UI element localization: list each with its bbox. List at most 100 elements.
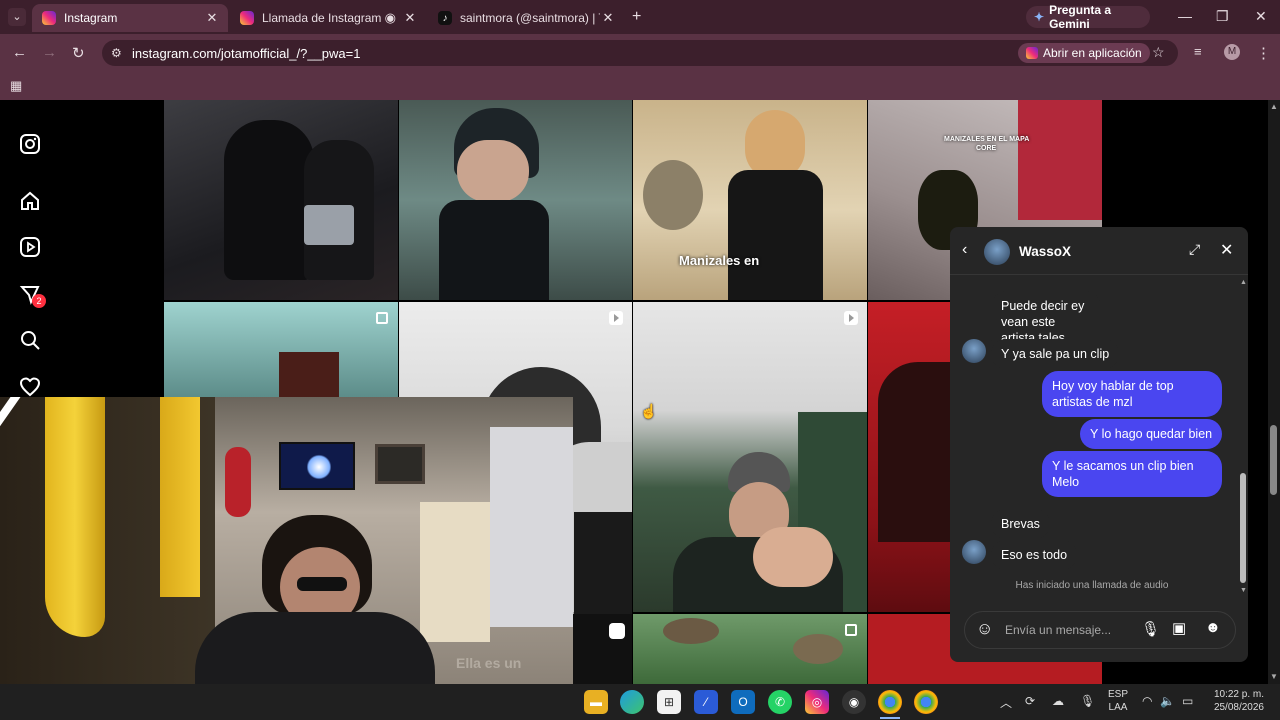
- browser-tab-strip: ⌄ Instagram ✕ Llamada de Instagram ◉ ✕ ♪…: [0, 0, 1280, 34]
- post-image: [643, 160, 703, 230]
- whatsapp-icon[interactable]: ✆: [768, 690, 792, 714]
- close-tab-icon[interactable]: ✕: [600, 10, 616, 26]
- close-tab-icon[interactable]: ✕: [204, 10, 220, 26]
- sticker-icon[interactable]: ☻: [1205, 619, 1221, 636]
- instagram-logo-icon[interactable]: [19, 133, 41, 155]
- contact-avatar[interactable]: [984, 239, 1010, 265]
- site-info-icon[interactable]: ⚙: [111, 46, 122, 60]
- contact-name[interactable]: WassoX: [1019, 244, 1071, 259]
- door: [490, 427, 573, 627]
- emoji-icon[interactable]: ☺: [976, 619, 993, 639]
- close-chat-icon[interactable]: ✕: [1220, 240, 1233, 260]
- bookmark-star-icon[interactable]: ☆: [1152, 44, 1165, 61]
- tab-title: saintmora (@saintmora) | TikTok: [460, 11, 600, 25]
- show-hidden-icons[interactable]: ︿: [1000, 694, 1012, 711]
- address-bar[interactable]: ⚙ instagram.com/jotamofficial_/?__pwa=1 …: [102, 40, 1178, 66]
- reading-list-icon[interactable]: ≡: [1194, 44, 1202, 59]
- yellow-curtain: [45, 397, 105, 637]
- battery-icon[interactable]: ▭: [1182, 694, 1193, 708]
- post-tile[interactable]: [633, 302, 867, 612]
- tab-search-icon[interactable]: ⌄: [8, 8, 26, 26]
- post-tile[interactable]: [868, 302, 950, 612]
- scrollbar-thumb[interactable]: [1270, 425, 1277, 495]
- tab-llamada[interactable]: Llamada de Instagram ◉ ✕: [230, 4, 426, 32]
- message-input[interactable]: ☺ Envía un mensaje... 🎙 ▣ ☻: [964, 611, 1236, 649]
- close-window-icon[interactable]: ✕: [1255, 8, 1267, 25]
- clock[interactable]: 10:22 p. m. 25/08/2026: [1208, 688, 1264, 714]
- wifi-icon[interactable]: ◠: [1142, 694, 1152, 708]
- file-explorer-icon[interactable]: ▬: [584, 690, 608, 714]
- post-image: [439, 200, 549, 300]
- chrome-icon[interactable]: [914, 690, 938, 714]
- onedrive-cloud-icon[interactable]: ☁: [1052, 694, 1064, 708]
- contact-avatar: [962, 540, 986, 564]
- maximize-icon[interactable]: ❐: [1216, 8, 1229, 25]
- contact-avatar: [962, 339, 986, 363]
- clock-date: 25/08/2026: [1213, 702, 1264, 713]
- post-tile[interactable]: Manizales en: [633, 100, 867, 300]
- chrome-profile-icon[interactable]: [878, 690, 902, 714]
- hand-cursor-icon: ☝: [640, 403, 658, 419]
- post-tile[interactable]: [633, 614, 867, 684]
- tiktok-favicon-icon: ♪: [438, 11, 452, 25]
- post-image: [753, 527, 833, 587]
- post-tile[interactable]: [399, 100, 632, 300]
- home-icon[interactable]: [19, 190, 41, 212]
- post-image: [224, 120, 314, 280]
- new-tab-icon[interactable]: +: [632, 8, 641, 26]
- post-tile[interactable]: [573, 614, 632, 684]
- video-subtitle: Ella es un: [456, 655, 522, 671]
- reel-icon: [609, 311, 623, 325]
- post-image: [878, 362, 950, 542]
- gemini-button[interactable]: ✦ Pregunta a Gemini: [1026, 3, 1150, 31]
- search-icon[interactable]: [19, 329, 41, 351]
- minimize-icon[interactable]: —: [1178, 8, 1192, 24]
- sync-icon[interactable]: ⟳: [1025, 694, 1035, 708]
- gallery-icon[interactable]: ▣: [1172, 619, 1186, 637]
- open-in-app-button[interactable]: Abrir en aplicación: [1018, 43, 1150, 63]
- app-icon[interactable]: ⁄: [694, 690, 718, 714]
- outlook-icon[interactable]: O: [731, 690, 755, 714]
- shelf: [420, 502, 490, 642]
- scroll-up-icon[interactable]: ▲: [1270, 102, 1278, 111]
- chat-scrollbar[interactable]: ▲ ▼: [1240, 279, 1247, 599]
- chat-scroll-thumb[interactable]: [1240, 473, 1246, 583]
- reel-icon: [844, 311, 858, 325]
- menu-dots-icon[interactable]: ⋮: [1256, 44, 1271, 62]
- forward-icon[interactable]: →: [42, 44, 57, 61]
- scroll-down-icon[interactable]: ▼: [1240, 587, 1247, 594]
- volume-icon[interactable]: 🔈: [1160, 694, 1175, 708]
- instagram-app-icon[interactable]: ◎: [805, 690, 829, 714]
- expand-icon[interactable]: ⤢: [1189, 241, 1200, 258]
- tab-instagram[interactable]: Instagram ✕: [32, 4, 228, 32]
- profile-avatar[interactable]: M: [1224, 44, 1240, 60]
- reload-icon[interactable]: ↻: [72, 44, 85, 62]
- carousel-icon: [376, 312, 388, 324]
- tab-tiktok[interactable]: ♪ saintmora (@saintmora) | TikTok ✕: [428, 4, 624, 32]
- post-image: [793, 634, 843, 664]
- obs-icon[interactable]: ◉: [842, 690, 866, 714]
- store-icon[interactable]: ⊞: [657, 690, 681, 714]
- notifications-heart-icon[interactable]: [19, 376, 41, 398]
- post-image: [1018, 100, 1102, 220]
- microphone-icon[interactable]: 🎙: [1141, 620, 1160, 638]
- scroll-down-icon[interactable]: ▼: [1270, 672, 1278, 681]
- scroll-up-icon[interactable]: ▲: [1240, 279, 1247, 286]
- yellow-curtain: [160, 397, 200, 597]
- page-scrollbar[interactable]: ▲ ▼: [1268, 100, 1280, 684]
- reels-icon[interactable]: [19, 236, 41, 258]
- url-text: instagram.com/jotamofficial_/?__pwa=1: [132, 46, 361, 61]
- microphone-tray-icon[interactable]: 🎙: [1080, 694, 1095, 708]
- close-tab-icon[interactable]: ✕: [402, 10, 418, 26]
- language-indicator[interactable]: ESP LAA: [1108, 688, 1128, 714]
- post-caption: Manizales en: [679, 253, 760, 268]
- back-chevron-icon[interactable]: ‹: [962, 241, 967, 259]
- windows-taskbar: ▬ ⊞ ⁄ O ✆ ◎ ◉ ︿ ⟳ ☁ 🎙 ESP LAA ◠ 🔈 ▭ 10:2…: [0, 684, 1280, 720]
- clock-time: 10:22 p. m.: [1213, 689, 1264, 700]
- edge-icon[interactable]: [620, 690, 644, 714]
- post-tile[interactable]: [164, 100, 398, 300]
- apps-grid-icon[interactable]: ▦: [10, 78, 22, 94]
- instagram-icon: [1026, 47, 1038, 59]
- instagram-favicon-icon: [240, 11, 254, 25]
- back-icon[interactable]: ←: [12, 44, 27, 61]
